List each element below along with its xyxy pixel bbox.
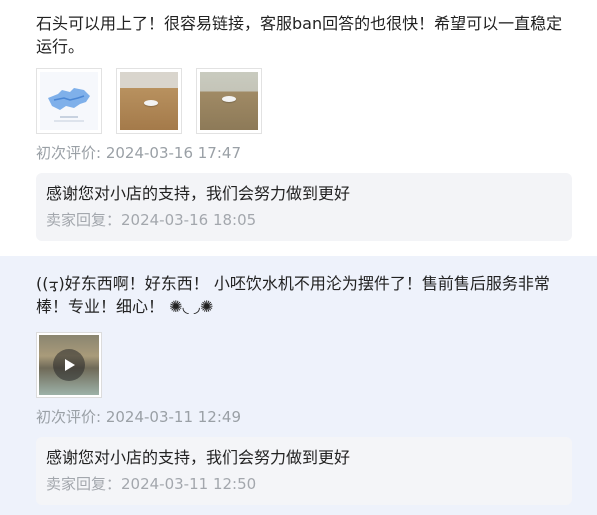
review-item: ((ᢋ)好东西啊！好东西！ 小呸饮水机不用沦为摆件了！售前售后服务非常棒！专业！… <box>0 256 597 515</box>
review-time: 初次评价: 2024-03-11 12:49 <box>36 408 241 426</box>
review-text: 石头可以用上了！很容易链接，客服ban回答的也很快！希望可以一直稳定运行。 <box>36 14 563 56</box>
review-item: 石头可以用上了！很容易链接，客服ban回答的也很快！希望可以一直稳定运行。 初次… <box>0 0 597 256</box>
review-video[interactable] <box>36 332 102 398</box>
map-image <box>40 72 98 130</box>
seller-reply: 感谢您对小店的支持，我们会努力做到更好 卖家回复：2024-03-11 12:5… <box>36 437 572 505</box>
review-photo-robot[interactable] <box>116 68 182 134</box>
reply-time: 卖家回复：2024-03-16 18:05 <box>46 211 257 229</box>
seller-reply: 感谢您对小店的支持，我们会努力做到更好 卖家回复：2024-03-16 18:0… <box>36 173 572 241</box>
review-photos <box>36 68 571 134</box>
review-time: 初次评价: 2024-03-16 17:47 <box>36 144 241 162</box>
robot-photo <box>120 72 178 130</box>
robot-photo-2 <box>200 72 258 130</box>
review-text: ((ᢋ)好东西啊！好东西！ 小呸饮水机不用沦为摆件了！售前售后服务非常棒！专业！… <box>36 274 550 316</box>
reply-time: 卖家回复：2024-03-11 12:50 <box>46 475 257 493</box>
video-preview <box>39 335 99 395</box>
review-photo-robot-2[interactable] <box>196 68 262 134</box>
play-icon[interactable] <box>53 349 85 381</box>
reply-text: 感谢您对小店的支持，我们会努力做到更好 <box>46 184 351 203</box>
review-photo-map[interactable] <box>36 68 102 134</box>
reply-text: 感谢您对小店的支持，我们会努力做到更好 <box>46 448 351 467</box>
